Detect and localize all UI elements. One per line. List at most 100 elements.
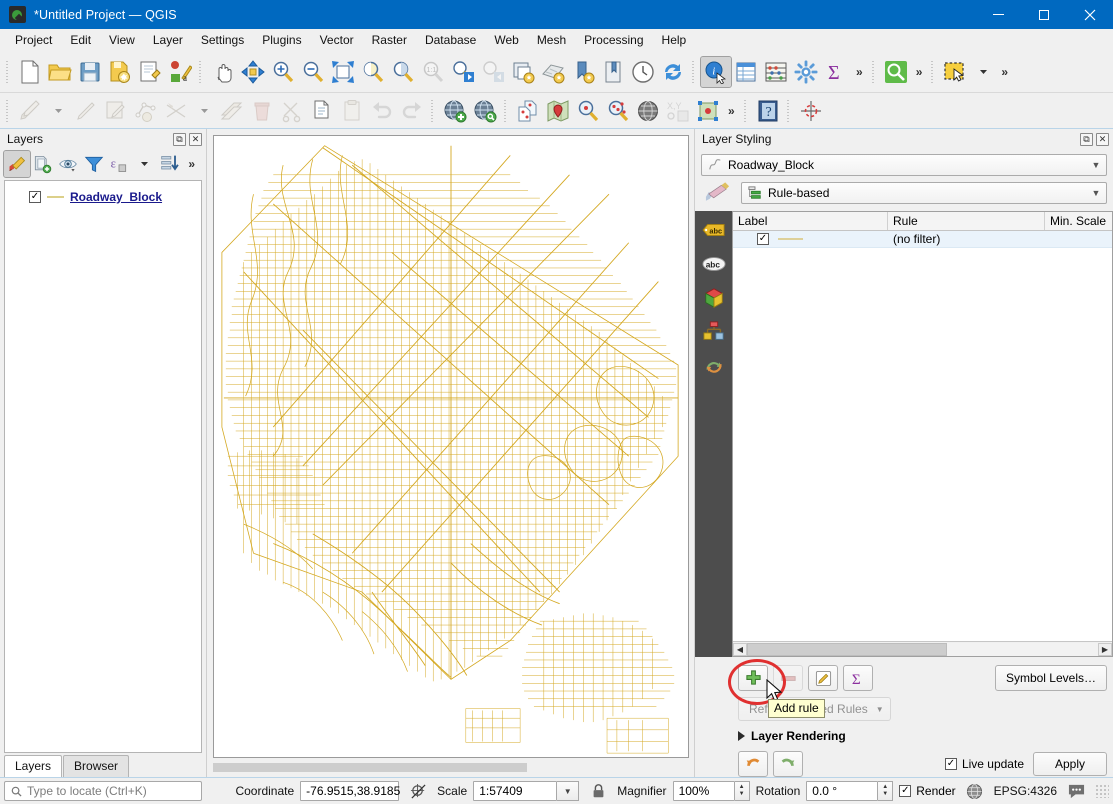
add-delimited-text-layer-icon[interactable]	[513, 96, 543, 126]
tab-layers[interactable]: Layers	[4, 755, 62, 777]
expression-filter-dropdown-icon[interactable]	[132, 151, 158, 177]
render-checkbox[interactable]: ✓	[899, 785, 911, 797]
history-tab[interactable]	[699, 353, 728, 379]
current-edits-icon[interactable]	[15, 96, 45, 126]
layer-styling-float-button[interactable]: ⧉	[1080, 133, 1093, 146]
locator-search-input[interactable]: Type to locate (Ctrl+K)	[4, 781, 202, 801]
expand-triangle-icon[interactable]	[738, 731, 745, 741]
table-row[interactable]: ✓ (no filter)	[733, 231, 1112, 248]
new-print-layout-icon[interactable]	[135, 57, 165, 87]
show-bookmarks-icon[interactable]	[598, 57, 628, 87]
rotation-stepper[interactable]: ▲▼	[878, 781, 893, 801]
menu-processing[interactable]: Processing	[575, 30, 652, 50]
new-spatial-bookmark-icon[interactable]	[568, 57, 598, 87]
scroll-track[interactable]	[747, 643, 1098, 656]
symbol-levels-button[interactable]: Symbol Levels…	[995, 665, 1107, 691]
zoom-to-point-icon[interactable]	[573, 96, 603, 126]
vertex-tool-icon[interactable]	[161, 96, 191, 126]
toolbar-grip[interactable]	[871, 61, 878, 83]
lock-scale-icon[interactable]	[585, 778, 611, 804]
zoom-native-icon[interactable]: 1:1	[418, 57, 448, 87]
menu-layer[interactable]: Layer	[144, 30, 192, 50]
layer-styling-close-button[interactable]: ✕	[1096, 133, 1109, 146]
new-3d-map-view-icon[interactable]	[538, 57, 568, 87]
open-layer-styling-panel-icon[interactable]	[4, 151, 30, 177]
menu-vector[interactable]: Vector	[311, 30, 363, 50]
open-project-icon[interactable]	[45, 57, 75, 87]
identify-features-icon[interactable]: i	[701, 57, 731, 87]
save-project-icon[interactable]	[75, 57, 105, 87]
toggle-editing-icon[interactable]	[71, 96, 101, 126]
toolbar-grip[interactable]	[5, 61, 12, 83]
menu-mesh[interactable]: Mesh	[528, 30, 575, 50]
menu-view[interactable]: View	[100, 30, 144, 50]
render-toggle[interactable]: ✓ Render	[899, 784, 955, 798]
layer-tree[interactable]: ✓ Roadway_Block	[4, 180, 202, 753]
coordinate-input[interactable]: -76.9515,38.9185	[300, 781, 399, 801]
scroll-right-arrow-icon[interactable]: ▶	[1098, 643, 1112, 656]
add-rule-button[interactable]	[738, 665, 768, 691]
undo-icon[interactable]	[367, 96, 397, 126]
map-panel-splitter[interactable]	[688, 136, 689, 757]
map-canvas-roadway-block[interactable]	[213, 135, 689, 758]
xy-coordinates-icon[interactable]: X,Y	[663, 96, 693, 126]
live-update-row[interactable]: ✓ Live update	[945, 757, 1024, 771]
paste-features-icon[interactable]	[337, 96, 367, 126]
rule-enabled-checkbox[interactable]: ✓	[757, 233, 769, 245]
rotation-input[interactable]: 0.0 °	[806, 781, 878, 801]
masks-tab[interactable]: abc	[699, 251, 728, 277]
toggle-extents-icon[interactable]	[405, 778, 431, 804]
chevron-down-icon[interactable]: ▼	[1088, 188, 1104, 198]
chevron-down-icon[interactable]: ▼	[876, 705, 884, 714]
zoom-to-selection-icon[interactable]	[358, 57, 388, 87]
layer-rendering-group[interactable]: Layer Rendering	[738, 729, 1107, 743]
menu-database[interactable]: Database	[416, 30, 485, 50]
toolbar-overflow-1[interactable]: »	[851, 65, 868, 79]
menu-raster[interactable]: Raster	[363, 30, 416, 50]
current-edits-dropdown-icon[interactable]	[45, 98, 71, 124]
rules-col-min-scale[interactable]: Min. Scale	[1045, 212, 1112, 230]
layers-panel-close-button[interactable]: ✕	[189, 133, 202, 146]
select-features-icon[interactable]	[940, 57, 970, 87]
scroll-left-arrow-icon[interactable]: ◀	[733, 643, 747, 656]
toolbar-grip[interactable]	[691, 61, 698, 83]
zoom-next-icon[interactable]	[478, 57, 508, 87]
processing-toolbox-icon[interactable]	[791, 57, 821, 87]
zoom-full-icon[interactable]	[328, 57, 358, 87]
manage-layer-visibility-icon[interactable]	[55, 151, 81, 177]
field-calculator-icon[interactable]	[761, 57, 791, 87]
expression-filter-icon[interactable]: ε	[106, 151, 132, 177]
rules-table[interactable]: Label Rule Min. Scale ✓ (no filter)	[732, 211, 1113, 657]
new-map-view-icon[interactable]	[508, 57, 538, 87]
map-horizontal-scrollbar[interactable]	[213, 761, 689, 773]
toolbar-overflow-4[interactable]: »	[723, 104, 740, 118]
toolbar-grip[interactable]	[743, 100, 750, 122]
locate-icon[interactable]	[881, 57, 911, 87]
toolbar-grip[interactable]	[5, 100, 12, 122]
menu-plugins[interactable]: Plugins	[253, 30, 310, 50]
style-manager-icon[interactable]: a	[165, 57, 195, 87]
diagrams-tab[interactable]	[699, 319, 728, 345]
menu-edit[interactable]: Edit	[61, 30, 100, 50]
save-layer-edits-icon[interactable]	[101, 96, 131, 126]
toolbar-overflow-2[interactable]: »	[911, 65, 928, 79]
help-contents-icon[interactable]: ?	[753, 96, 783, 126]
add-group-icon[interactable]	[30, 151, 56, 177]
toolbar-grip[interactable]	[430, 100, 437, 122]
map-scroll-thumb[interactable]	[213, 763, 527, 772]
pan-to-selection-icon[interactable]	[238, 57, 268, 87]
renderer-selector-combo[interactable]: Rule-based ▼	[741, 182, 1107, 204]
chevron-down-icon[interactable]: ▼	[1088, 160, 1104, 170]
resize-grip[interactable]	[1095, 784, 1109, 798]
open-attribute-table-icon[interactable]	[731, 57, 761, 87]
layer-selector-combo[interactable]: Roadway_Block ▼	[701, 154, 1107, 176]
pan-map-icon[interactable]	[208, 57, 238, 87]
toolbar-overflow-3[interactable]: »	[996, 65, 1013, 79]
zoom-last-icon[interactable]	[448, 57, 478, 87]
crs-label[interactable]: EPSG:4326	[994, 784, 1057, 798]
menu-settings[interactable]: Settings	[192, 30, 253, 50]
add-feature-icon[interactable]	[131, 96, 161, 126]
save-project-as-icon[interactable]	[105, 57, 135, 87]
add-wfs-layer-icon[interactable]	[470, 96, 500, 126]
apply-button[interactable]: Apply	[1033, 752, 1107, 776]
